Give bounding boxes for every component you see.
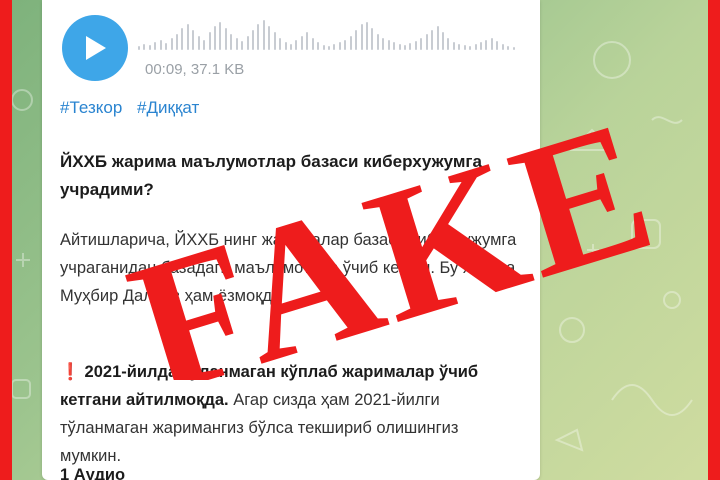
waveform-bar [404, 45, 406, 50]
waveform-bar [338, 42, 341, 50]
waveform-bar [224, 28, 227, 50]
waveform-bar [496, 41, 499, 50]
waveform-bar [186, 24, 189, 50]
exclamation-icon: ❗ [60, 363, 81, 381]
waveform-bar [507, 46, 510, 50]
waveform-bar [214, 26, 216, 50]
waveform-bar [355, 30, 358, 50]
waveform-bar [328, 46, 330, 50]
waveform-bar [284, 42, 287, 50]
waveform-bar [469, 46, 472, 50]
waveform-bar [398, 44, 401, 50]
waveform-bar [371, 28, 374, 50]
channel-post-card: 00:09, 37.1 KB #Тезкор #Диққат ЙХХБ жари… [42, 0, 540, 480]
waveform-bar [349, 36, 352, 50]
waveform-bar [154, 42, 157, 50]
waveform-bar [512, 47, 515, 50]
waveform-bar [192, 30, 195, 50]
audio-count-label: 1 Аудио [60, 466, 126, 480]
waveform-bar [474, 44, 477, 50]
waveform-bar [452, 42, 455, 50]
waveform-bar [300, 36, 303, 50]
waveform-bar [333, 44, 336, 50]
waveform-bar [306, 32, 309, 50]
waveform-bar [148, 45, 151, 50]
waveform-bar [252, 30, 254, 50]
waveform-bar [447, 38, 450, 50]
waveform-bar [490, 38, 493, 50]
waveform-bar [262, 20, 265, 50]
waveform-bar [376, 34, 379, 50]
waveform-bar [393, 42, 396, 50]
waveform-bar [366, 22, 368, 50]
waveform-bar [425, 34, 428, 50]
waveform-bar [414, 41, 417, 50]
waveform-bar [317, 42, 320, 50]
waveform-bar [458, 44, 461, 50]
waveform-bar [170, 38, 173, 50]
waveform-bar [480, 42, 482, 50]
waveform-bar [143, 44, 146, 50]
waveform-bar [387, 40, 390, 50]
hashtag-tezkor[interactable]: #Тезкор [60, 98, 122, 117]
audio-duration-size: 00:09, 37.1 KB [145, 61, 245, 78]
waveform-bar [241, 41, 244, 50]
waveform-bar [181, 28, 184, 50]
waveform-bar [311, 38, 314, 50]
waveform-bar [409, 43, 412, 50]
waveform-bar [501, 44, 504, 50]
waveform-bar [295, 40, 298, 50]
post-highlight: ❗ 2021-йилда тўланмаган кўплаб жарималар … [60, 358, 522, 470]
chat-background: 00:09, 37.1 KB #Тезкор #Диққат ЙХХБ жари… [12, 0, 708, 480]
waveform-bar [463, 45, 466, 50]
hashtag-list: #Тезкор #Диққат [60, 98, 209, 118]
waveform-bar [176, 34, 178, 50]
waveform-bar [138, 46, 140, 50]
waveform-bar [268, 26, 271, 50]
waveform-bar [197, 36, 200, 50]
waveform-bar [159, 40, 162, 50]
waveform-bar [322, 45, 325, 50]
audio-play-button[interactable] [62, 15, 128, 81]
waveform-bar [257, 24, 260, 50]
hashtag-diqqat[interactable]: #Диққат [137, 98, 199, 117]
waveform-bar [420, 38, 423, 50]
audio-waveform[interactable] [138, 18, 518, 50]
post-title: ЙХХБ жарима маълумотлар базаси киберхужу… [60, 152, 482, 199]
waveform-bar [436, 26, 439, 50]
waveform-bar [235, 38, 238, 50]
waveform-bar [208, 32, 211, 50]
waveform-bar [279, 38, 282, 50]
waveform-bar [246, 36, 249, 50]
waveform-bar [273, 32, 276, 50]
waveform-bar [442, 32, 444, 50]
waveform-bar [431, 30, 434, 50]
waveform-bar [230, 34, 233, 50]
waveform-bar [290, 44, 292, 50]
post-body: Айтишларича, ЙХХБ нинг жарималар базаси … [60, 231, 517, 305]
waveform-bar [382, 38, 385, 50]
waveform-bar [165, 43, 168, 50]
waveform-bar [219, 22, 222, 50]
waveform-bar [344, 40, 347, 50]
waveform-bar [485, 40, 488, 50]
waveform-bar [203, 40, 206, 50]
waveform-bar [360, 24, 363, 50]
play-icon [86, 36, 106, 60]
